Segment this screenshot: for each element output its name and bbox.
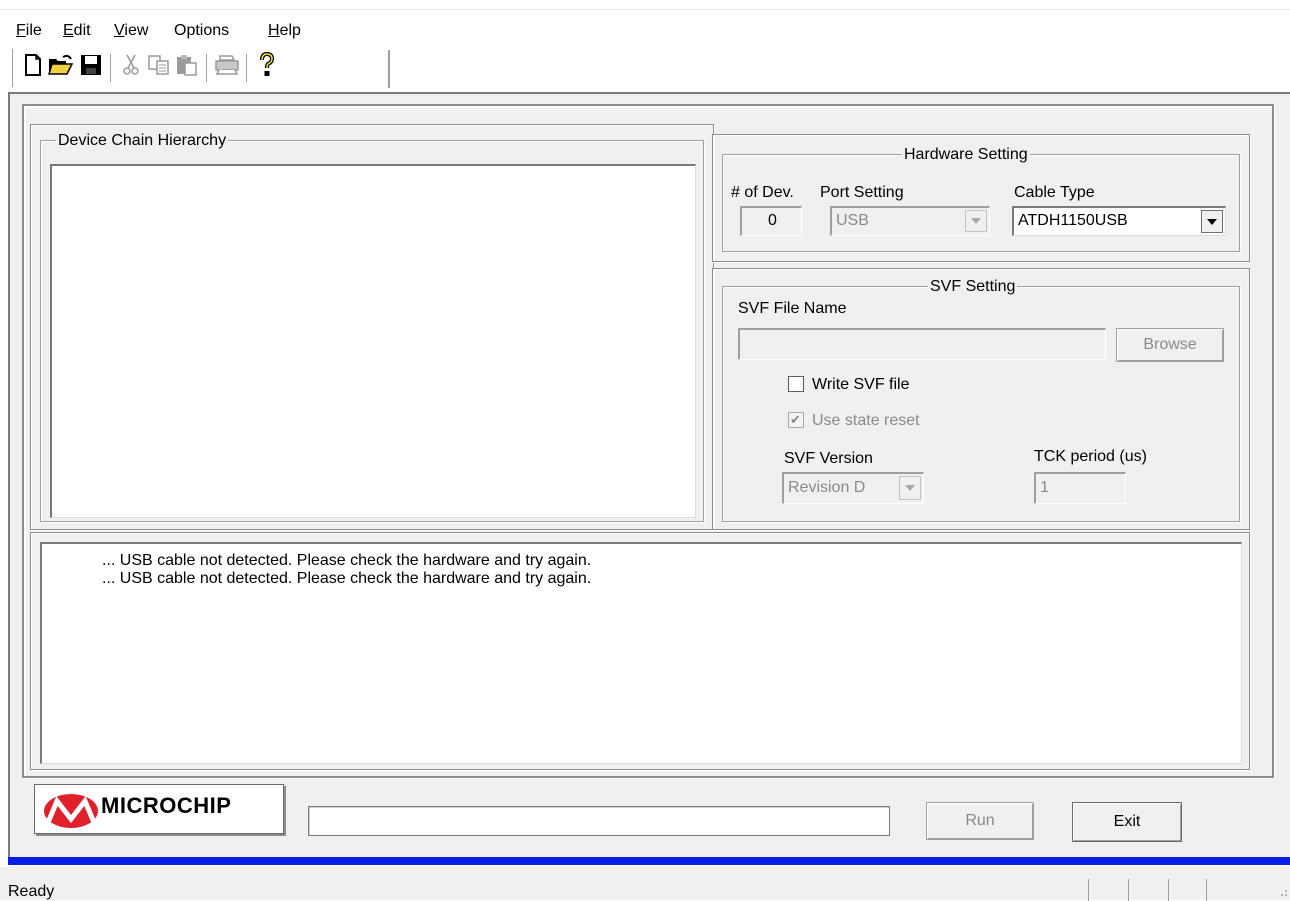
- cable-type-label: Cable Type: [1014, 184, 1095, 201]
- exit-button[interactable]: Exit: [1072, 802, 1182, 842]
- menu-bar: File Edit View Options Help: [0, 0, 1290, 44]
- write-svf-label[interactable]: Write SVF file: [812, 376, 910, 394]
- num-dev-label: # of Dev.: [731, 184, 794, 201]
- hardware-group: [722, 154, 1240, 252]
- progress-bar: [308, 806, 890, 836]
- toolbar: [10, 46, 390, 90]
- menu-file[interactable]: File: [16, 22, 42, 40]
- accent-bar: [8, 857, 1290, 865]
- chevron-down-icon: [971, 218, 981, 224]
- paste-icon: [174, 50, 200, 80]
- tck-period-value: 1: [1040, 479, 1049, 496]
- toolbar-grip[interactable]: [10, 49, 13, 87]
- print-icon: [214, 50, 240, 80]
- svf-version-label: SVF Version: [784, 450, 873, 467]
- log-line: ... USB cable not detected. Please check…: [102, 552, 592, 569]
- svf-version-value: Revision D: [788, 479, 866, 496]
- device-chain-title: Device Chain Hierarchy: [56, 132, 229, 150]
- menu-help[interactable]: Help: [268, 22, 301, 40]
- status-text: Ready: [8, 883, 55, 900]
- browse-button: Browse: [1116, 328, 1224, 362]
- help-icon[interactable]: [254, 50, 280, 80]
- toolbar-separator: [246, 54, 248, 82]
- port-dropdown-button: [965, 210, 987, 232]
- write-svf-checkbox[interactable]: [788, 376, 804, 392]
- microchip-logo: MICROCHIP: [34, 784, 284, 834]
- top-divider: [0, 9, 1290, 10]
- svf-version-dropdown-button: [899, 476, 921, 500]
- status-pane: [1128, 879, 1129, 901]
- toolbar-end: [388, 50, 390, 88]
- open-icon[interactable]: [48, 50, 74, 80]
- cable-dropdown-button[interactable]: [1201, 210, 1223, 233]
- main-panel: Device Chain Hierarchy Hardware Setting …: [8, 92, 1290, 862]
- microchip-logo-text: MICROCHIP: [101, 793, 232, 818]
- chevron-down-icon: [905, 485, 915, 491]
- menu-edit[interactable]: Edit: [63, 22, 91, 40]
- port-setting-value: USB: [836, 212, 869, 229]
- status-pane: [1168, 879, 1169, 901]
- use-state-reset-checkbox: ✔: [788, 412, 804, 428]
- svf-file-name-field: [738, 328, 1106, 360]
- tck-period-field: 1: [1034, 472, 1126, 504]
- toolbar-separator: [206, 54, 208, 82]
- new-icon[interactable]: [20, 50, 46, 80]
- device-chain-tree[interactable]: [50, 164, 696, 518]
- resize-grip-icon[interactable]: [1276, 887, 1288, 899]
- microchip-logo-icon: [44, 794, 98, 828]
- cable-type-select[interactable]: ATDH1150USB: [1012, 206, 1226, 236]
- log-output[interactable]: ... USB cable not detected. Please check…: [40, 542, 1242, 764]
- save-icon[interactable]: [78, 50, 104, 80]
- svf-version-select: Revision D: [782, 472, 924, 504]
- status-pane: [1206, 879, 1207, 901]
- use-state-reset-label: Use state reset: [812, 412, 920, 429]
- tck-period-label: TCK period (us): [1034, 448, 1147, 465]
- cable-type-value: ATDH1150USB: [1018, 212, 1128, 229]
- port-setting-select: USB: [830, 206, 990, 236]
- status-bar: Ready: [0, 866, 1290, 901]
- menu-options[interactable]: Options: [174, 22, 229, 40]
- chevron-down-icon: [1207, 218, 1217, 225]
- svf-title: SVF Setting: [928, 278, 1018, 296]
- cut-icon: [118, 50, 144, 80]
- svf-file-name-label: SVF File Name: [738, 300, 847, 317]
- status-pane: [1088, 879, 1089, 901]
- check-icon: ✔: [790, 412, 801, 427]
- num-dev-value: 0: [768, 212, 777, 229]
- num-dev-field: 0: [740, 206, 802, 236]
- run-button: Run: [926, 802, 1034, 840]
- copy-icon: [146, 50, 172, 80]
- port-setting-label: Port Setting: [820, 184, 904, 201]
- menu-view[interactable]: View: [114, 22, 148, 40]
- toolbar-separator: [110, 54, 112, 82]
- log-line: ... USB cable not detected. Please check…: [102, 570, 592, 587]
- hardware-title: Hardware Setting: [902, 146, 1030, 164]
